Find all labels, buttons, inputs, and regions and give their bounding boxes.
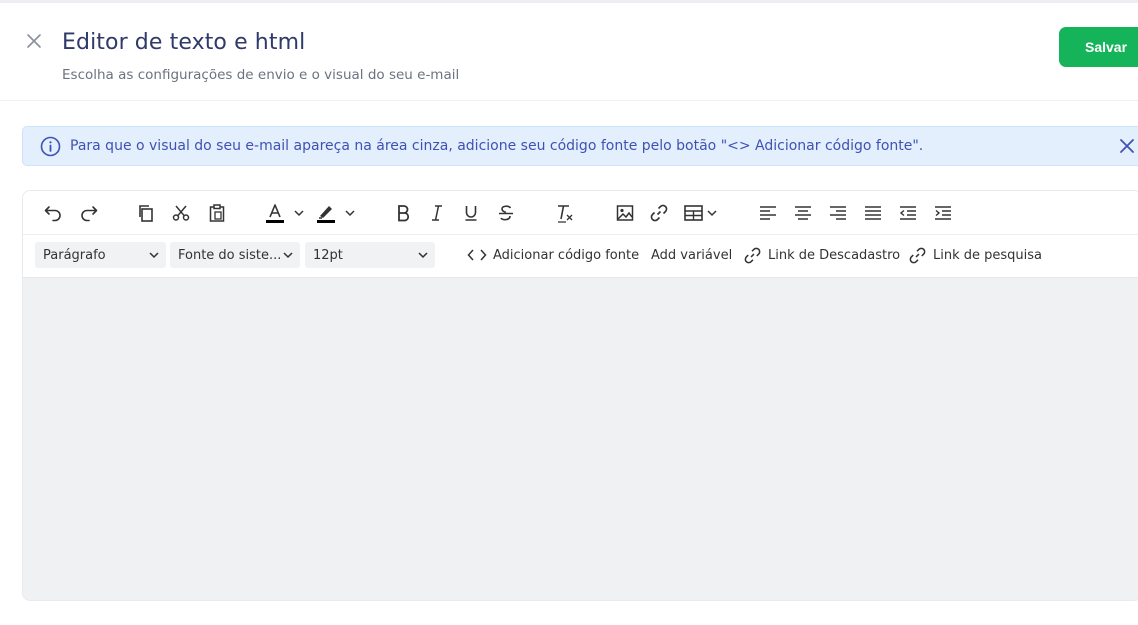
add-variable-label: Add variável bbox=[651, 247, 733, 263]
link-icon bbox=[909, 247, 926, 263]
code-icon bbox=[467, 249, 487, 261]
font-size-value: 12pt bbox=[313, 248, 343, 263]
survey-link-label: Link de pesquisa bbox=[933, 247, 1043, 263]
align-justify-icon[interactable] bbox=[861, 201, 885, 225]
align-left-icon[interactable] bbox=[756, 201, 780, 225]
align-center-icon[interactable] bbox=[791, 201, 815, 225]
info-alert: Para que o visual do seu e-mail apareça … bbox=[22, 126, 1138, 166]
rich-text-editor: Parágrafo Fonte do siste... 12pt Adicion… bbox=[22, 190, 1138, 601]
unsubscribe-link-label: Link de Descadastro bbox=[768, 247, 901, 263]
undo-icon[interactable] bbox=[41, 201, 65, 225]
add-source-code-label: Adicionar código fonte bbox=[493, 247, 640, 263]
italic-icon[interactable] bbox=[425, 201, 449, 225]
indent-icon[interactable] bbox=[931, 201, 955, 225]
editor-modal: Editor de texto e html Escolha as config… bbox=[0, 0, 1138, 625]
survey-link-button[interactable]: Link de pesquisa bbox=[908, 243, 1042, 267]
add-source-code-button[interactable]: Adicionar código fonte bbox=[467, 243, 639, 267]
highlight-color-icon[interactable] bbox=[314, 201, 360, 225]
font-family-select[interactable]: Fonte do siste... bbox=[170, 242, 300, 268]
outdent-icon[interactable] bbox=[896, 201, 920, 225]
link-icon bbox=[744, 247, 761, 263]
close-icon[interactable] bbox=[1117, 136, 1137, 156]
bold-icon[interactable] bbox=[391, 201, 415, 225]
editor-toolbar: Parágrafo Fonte do siste... 12pt Adicion… bbox=[23, 191, 1138, 278]
redo-icon[interactable] bbox=[77, 201, 101, 225]
page-subtitle: Escolha as configurações de envio e o vi… bbox=[62, 67, 460, 83]
alert-message: Para que o visual do seu e-mail apareça … bbox=[70, 138, 924, 154]
block-format-value: Parágrafo bbox=[43, 248, 106, 263]
image-icon[interactable] bbox=[613, 201, 637, 225]
cut-icon[interactable] bbox=[169, 201, 193, 225]
font-family-value: Fonte do siste... bbox=[178, 248, 282, 263]
editor-content-area[interactable] bbox=[23, 278, 1138, 600]
align-right-icon[interactable] bbox=[826, 201, 850, 225]
text-color-icon[interactable] bbox=[263, 201, 309, 225]
paste-icon[interactable] bbox=[205, 201, 229, 225]
save-button[interactable]: Salvar bbox=[1059, 27, 1138, 67]
unsubscribe-link-button[interactable]: Link de Descadastro bbox=[743, 243, 900, 267]
page-title: Editor de texto e html bbox=[62, 30, 306, 55]
modal-header: Editor de texto e html Escolha as config… bbox=[0, 3, 1138, 101]
close-icon[interactable] bbox=[24, 31, 44, 51]
clear-formatting-icon[interactable] bbox=[553, 201, 577, 225]
block-format-select[interactable]: Parágrafo bbox=[35, 242, 166, 268]
font-size-select[interactable]: 12pt bbox=[305, 242, 435, 268]
strikethrough-icon[interactable] bbox=[494, 201, 518, 225]
chevron-down-icon bbox=[282, 249, 294, 265]
chevron-down-icon bbox=[148, 249, 160, 265]
underline-icon[interactable] bbox=[459, 201, 483, 225]
add-variable-button[interactable]: Add variável bbox=[651, 243, 732, 267]
link-icon[interactable] bbox=[647, 201, 671, 225]
table-icon[interactable] bbox=[683, 201, 723, 225]
copy-icon[interactable] bbox=[134, 201, 158, 225]
chevron-down-icon bbox=[417, 249, 429, 265]
info-icon bbox=[40, 136, 61, 157]
toolbar-row-formatting bbox=[23, 191, 1138, 235]
